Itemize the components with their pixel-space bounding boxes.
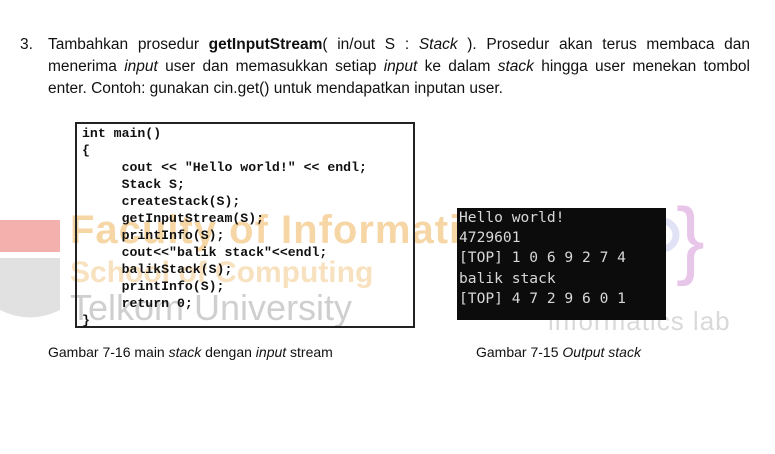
instruction-paragraph: 3. Tambahkan prosedur getInputStream( in… xyxy=(20,34,750,100)
code-line: printInfo(S); xyxy=(82,228,225,243)
caption-text: Gambar 7-16 main xyxy=(48,344,169,360)
procedure-name: getInputStream xyxy=(208,36,323,53)
italic-word: input xyxy=(383,58,418,75)
caption-italic: input xyxy=(255,344,287,360)
code-line: return 0; xyxy=(82,296,193,311)
text-segment: ke dalam xyxy=(417,58,498,75)
console-line: balik stack xyxy=(459,269,556,287)
italic-word: stack xyxy=(497,58,534,75)
code-listing: int main() { cout << "Hello world!" << e… xyxy=(75,122,415,328)
code-line: createStack(S); xyxy=(82,194,241,209)
caption-italic: stack xyxy=(168,344,202,360)
console-line: [TOP] 1 0 6 9 2 7 4 xyxy=(459,249,626,267)
brace-icon: } xyxy=(676,191,705,287)
caption-code: Gambar 7-16 main stack dengan input stre… xyxy=(48,344,333,360)
console-output: Hello world! 4729601 [TOP] 1 0 6 9 2 7 4… xyxy=(457,208,666,320)
text-segment: user dan memasukkan setiap xyxy=(157,58,384,75)
code-line: printInfo(S); xyxy=(82,279,225,294)
caption-text: stream xyxy=(286,344,333,360)
code-line: } xyxy=(82,313,90,328)
caption-output: Gambar 7-15 Output stack xyxy=(476,344,641,360)
caption-text: dengan xyxy=(201,344,256,360)
param-type: Stack xyxy=(418,36,458,53)
text-segment: Tambahkan prosedur xyxy=(48,36,209,53)
code-line: cout << "Hello world!" << endl; xyxy=(82,160,367,175)
console-line: [TOP] 4 7 2 9 6 0 1 xyxy=(459,289,626,307)
code-line: balikStack(S); xyxy=(82,262,233,277)
console-line: 4729601 xyxy=(459,229,521,247)
console-line: Hello world! xyxy=(459,209,565,226)
code-line: int main() xyxy=(82,126,162,141)
caption-italic: Output stack xyxy=(562,344,641,360)
item-number: 3. xyxy=(20,36,33,53)
text-segment: ( in/out S : xyxy=(322,36,419,53)
code-line: Stack S; xyxy=(82,177,185,192)
telkom-logo-watermark xyxy=(0,220,60,318)
instruction-text: Tambahkan prosedur getInputStream( in/ou… xyxy=(48,34,750,100)
code-line: getInputStream(S); xyxy=(82,211,265,226)
code-line: cout<<"balik stack"<<endl; xyxy=(82,245,328,260)
caption-text: Gambar 7-15 xyxy=(476,344,563,360)
italic-word: input xyxy=(124,58,158,75)
code-line: { xyxy=(82,143,90,158)
